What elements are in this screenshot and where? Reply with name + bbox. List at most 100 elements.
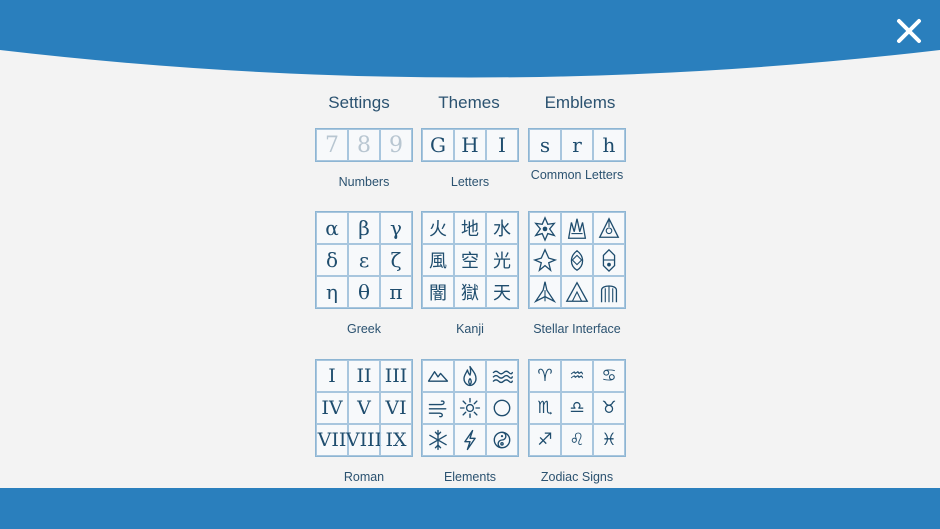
theme-caption: Kanji [456, 322, 484, 336]
preview-cell [422, 424, 454, 456]
theme-preview-grid: I II III IV V VI VII VIII IX [315, 359, 413, 457]
theme-caption: Zodiac Signs [540, 470, 614, 484]
mountain-icon [427, 371, 449, 382]
tab-emblems[interactable]: Emblems [525, 93, 635, 113]
preview-cell: G [422, 129, 454, 161]
theme-caption: Common Letters [530, 168, 624, 182]
snowflake-icon [429, 429, 447, 451]
preview-cell [593, 276, 625, 308]
preview-cell: H [454, 129, 486, 161]
preview-cell [454, 360, 486, 392]
theme-greek[interactable]: αβγδεζηθπ Greek [315, 211, 413, 336]
theme-caption: Elements [443, 470, 497, 484]
preview-cell: ζ [380, 244, 412, 276]
wind-icon [428, 400, 447, 418]
preview-cell [454, 424, 486, 456]
preview-cell: s [529, 129, 561, 161]
fire-icon [463, 365, 477, 387]
tab-settings[interactable]: Settings [304, 93, 414, 113]
bottom-bar [0, 488, 940, 529]
theme-common-letters[interactable]: s r h Common Letters [528, 128, 626, 182]
preview-cell: IV [316, 392, 348, 424]
glyph-1-icon [534, 216, 556, 242]
preview-cell: 9 [380, 129, 412, 161]
preview-cell: α [316, 212, 348, 244]
preview-cell: 獄 [454, 276, 486, 308]
theme-numbers[interactable]: 7 8 9 Numbers [315, 128, 413, 189]
theme-preview-grid [421, 359, 519, 457]
preview-cell: ♐ [529, 424, 561, 456]
preview-cell: 闇 [422, 276, 454, 308]
water-icon [492, 370, 513, 384]
preview-cell: 地 [454, 212, 486, 244]
preview-cell: VII [316, 424, 348, 456]
preview-cell: ♌ [561, 424, 593, 456]
preview-cell: III [380, 360, 412, 392]
lightning-icon [464, 429, 476, 451]
preview-cell: ♉ [593, 392, 625, 424]
glyph-8-icon [565, 281, 589, 302]
theme-caption: Numbers [338, 175, 390, 189]
glyph-9-icon [600, 285, 618, 303]
preview-cell [422, 360, 454, 392]
sun-icon [459, 397, 481, 419]
theme-stellar-interface[interactable]: Stellar Interface [528, 211, 626, 336]
preview-cell: 8 [348, 129, 380, 161]
glyph-3-icon [598, 217, 620, 238]
preview-cell [561, 276, 593, 308]
preview-cell: 風 [422, 244, 454, 276]
preview-cell [561, 212, 593, 244]
top-banner [0, 0, 940, 78]
preview-cell: ♎ [561, 392, 593, 424]
preview-cell [486, 424, 518, 456]
preview-cell [561, 244, 593, 276]
preview-cell: II [348, 360, 380, 392]
preview-cell: h [593, 129, 625, 161]
preview-cell: π [380, 276, 412, 308]
preview-cell: ♓ [593, 424, 625, 456]
theme-zodiac-signs[interactable]: ♈ ♒ ♋ ♏ ♎ ♉ ♐ ♌ ♓ Zodiac Signs [528, 359, 626, 484]
theme-kanji[interactable]: 火地水風空光闇獄天 Kanji [421, 211, 519, 336]
theme-preview-grid: 7 8 9 [315, 128, 413, 162]
preview-cell: ♋ [593, 360, 625, 392]
theme-elements[interactable]: Elements [421, 359, 519, 484]
preview-cell [454, 392, 486, 424]
preview-cell: VIII [346, 424, 382, 456]
preview-cell: γ [380, 212, 412, 244]
preview-cell [486, 392, 518, 424]
preview-cell: 7 [316, 129, 348, 161]
close-button[interactable] [892, 14, 926, 48]
preview-cell: β [348, 212, 380, 244]
theme-caption: Stellar Interface [533, 322, 621, 336]
preview-cell: IX [380, 424, 412, 456]
preview-cell: r [561, 129, 593, 161]
preview-cell: 水 [486, 212, 518, 244]
preview-cell: 空 [454, 244, 486, 276]
theme-caption: Letters [450, 175, 490, 189]
preview-cell: ε [348, 244, 380, 276]
theme-preview-grid: αβγδεζηθπ [315, 211, 413, 309]
preview-cell: 天 [486, 276, 518, 308]
preview-cell: θ [348, 276, 380, 308]
theme-letters[interactable]: G H I Letters [421, 128, 519, 189]
preview-cell: ♒ [561, 360, 593, 392]
preview-cell: ♈ [529, 360, 561, 392]
glyph-4-icon [532, 248, 558, 272]
theme-preview-grid [528, 211, 626, 309]
theme-caption: Greek [346, 322, 382, 336]
close-icon [897, 19, 921, 43]
preview-cell [529, 212, 561, 244]
theme-preview-grid: G H I [421, 128, 519, 162]
theme-roman[interactable]: I II III IV V VI VII VIII IX Roman [315, 359, 413, 484]
preview-cell: V [348, 392, 380, 424]
preview-cell [529, 276, 561, 308]
preview-cell: VI [380, 392, 412, 424]
preview-cell: δ [316, 244, 348, 276]
circle-icon [493, 399, 511, 417]
preview-cell [593, 244, 625, 276]
tab-themes[interactable]: Themes [414, 93, 524, 113]
preview-cell: I [316, 360, 348, 392]
preview-cell: ♏ [529, 392, 561, 424]
preview-cell: η [316, 276, 348, 308]
glyph-2-icon [567, 218, 587, 239]
